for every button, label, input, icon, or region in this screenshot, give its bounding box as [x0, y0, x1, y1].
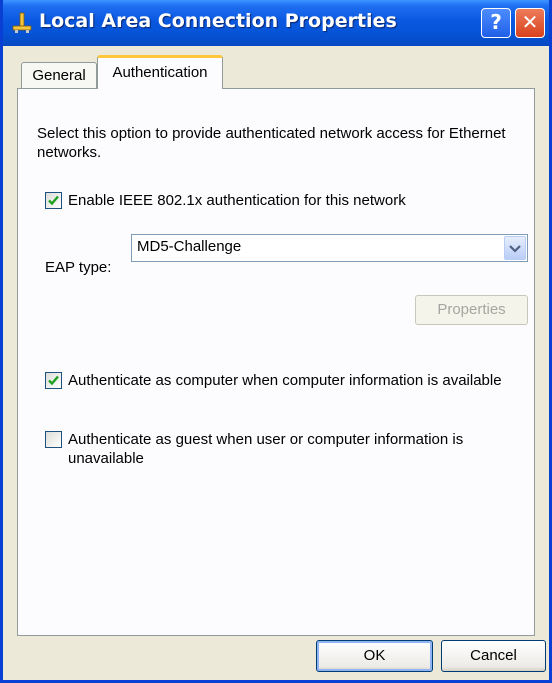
properties-button[interactable]: Properties: [415, 295, 528, 325]
network-connection-icon: [11, 12, 33, 34]
auth-as-guest-checkbox[interactable]: [45, 431, 62, 448]
close-button[interactable]: ✕: [515, 8, 545, 38]
ok-button[interactable]: OK: [316, 640, 433, 672]
window-title: Local Area Connection Properties: [39, 10, 397, 32]
tab-general[interactable]: General: [21, 62, 97, 88]
help-button[interactable]: ?: [481, 8, 511, 38]
authentication-panel: Select this option to provide authentica…: [17, 88, 535, 636]
eap-type-label: EAP type:: [45, 259, 112, 276]
enable-8021x-label[interactable]: Enable IEEE 802.1x authentication for th…: [68, 191, 406, 210]
eap-type-value: MD5-Challenge: [137, 238, 242, 255]
auth-as-guest-label[interactable]: Authenticate as guest when user or compu…: [68, 430, 518, 468]
checkmark-icon: [48, 375, 59, 386]
properties-dialog: Local Area Connection Properties ? ✕ Gen…: [0, 0, 552, 683]
eap-type-select[interactable]: MD5-Challenge: [131, 234, 528, 262]
enable-8021x-checkbox[interactable]: [45, 192, 62, 209]
checkmark-icon: [48, 195, 59, 206]
tab-authentication[interactable]: Authentication: [97, 55, 223, 89]
cancel-button[interactable]: Cancel: [441, 640, 546, 672]
auth-as-computer-checkbox[interactable]: [45, 372, 62, 389]
title-bar[interactable]: Local Area Connection Properties ? ✕: [3, 0, 549, 46]
chevron-down-icon[interactable]: [504, 236, 526, 260]
description-text: Select this option to provide authentica…: [37, 125, 506, 161]
auth-as-computer-label[interactable]: Authenticate as computer when computer i…: [68, 371, 502, 390]
